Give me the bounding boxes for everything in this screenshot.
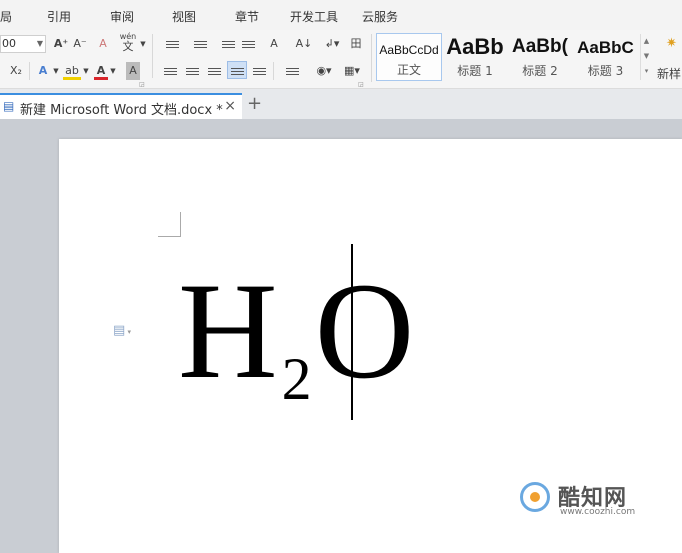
- chevron-down-icon[interactable]: ▼: [641, 49, 652, 64]
- close-icon[interactable]: ×: [224, 98, 236, 114]
- chevron-down-icon[interactable]: ▼: [82, 62, 90, 80]
- style-normal-sample: AaBbCcDd: [379, 43, 439, 57]
- chevron-down-icon[interactable]: ▼: [109, 62, 117, 80]
- align-right-icon: [207, 66, 221, 77]
- menu-developer[interactable]: 开发工具: [290, 8, 338, 25]
- font-dialog-launcher-icon[interactable]: ◲: [139, 81, 145, 88]
- distributed-icon: [252, 66, 266, 77]
- style-heading-2-sample: AaBb(: [512, 36, 568, 57]
- ribbon: 00 ▼ A⁺ A⁻ A wén 文 ▼ A A↓ ↲▾ 田 X₂ A ▼ ab…: [0, 30, 682, 89]
- style-heading-1[interactable]: AaBb 标题 1: [444, 33, 506, 81]
- paragraph-dialog-launcher-icon[interactable]: ◲: [358, 81, 364, 88]
- font-size-value: 00: [2, 37, 16, 50]
- chevron-down-icon[interactable]: ▼: [52, 62, 60, 80]
- style-gallery-scroll[interactable]: ▲ ▼ ▾: [640, 34, 652, 80]
- increase-indent-button[interactable]: [240, 35, 256, 53]
- paste-options-icon[interactable]: ▤ ▾: [113, 323, 131, 338]
- style-heading-1-label: 标题 1: [457, 64, 493, 78]
- margin-crop-mark: [158, 212, 181, 237]
- char-shading-button[interactable]: A: [126, 62, 140, 80]
- new-style-icon: ✷: [666, 36, 677, 51]
- shrink-font-button[interactable]: A⁻: [72, 35, 88, 53]
- menu-review[interactable]: 审阅: [110, 8, 134, 25]
- decrease-indent-icon: [221, 39, 235, 50]
- bullet-list-icon: [165, 39, 179, 50]
- grow-font-button[interactable]: A⁺: [53, 35, 69, 53]
- document-tab-bar: ▤ 新建 Microsoft Word 文档.docx * × +: [0, 89, 682, 119]
- style-heading-1-sample: AaBb: [446, 34, 504, 59]
- justify-button[interactable]: [227, 61, 247, 79]
- text-cursor: [351, 244, 353, 420]
- sort-button[interactable]: A↓: [295, 35, 313, 53]
- chemical-formula[interactable]: H2O: [178, 262, 414, 410]
- style-heading-2-label: 标题 2: [522, 64, 558, 78]
- font-color-button[interactable]: A: [94, 62, 108, 80]
- justify-icon: [230, 66, 244, 77]
- increase-indent-icon: [241, 39, 255, 50]
- menu-bar: 局 引用 审阅 视图 章节 开发工具 云服务: [0, 0, 682, 30]
- numbered-list-button[interactable]: [188, 35, 212, 53]
- formula-subscript: 2: [281, 346, 312, 412]
- new-style-button[interactable]: 新样: [657, 65, 681, 82]
- line-spacing-icon: [285, 66, 299, 77]
- chevron-up-icon[interactable]: ▲: [641, 34, 652, 49]
- text-effect-button[interactable]: A: [35, 62, 51, 80]
- pinyin-guide-bottom: 文: [122, 40, 134, 53]
- more-styles-icon[interactable]: ▾: [641, 64, 652, 79]
- divider: [273, 62, 274, 80]
- menu-cloud-services[interactable]: 云服务: [362, 8, 398, 25]
- document-tab[interactable]: ▤ 新建 Microsoft Word 文档.docx * ×: [0, 93, 242, 119]
- style-heading-2[interactable]: AaBb( 标题 2: [508, 33, 572, 81]
- style-normal[interactable]: AaBbCcDd 正文: [376, 33, 442, 81]
- watermark-url: www.coozhi.com: [560, 507, 636, 517]
- chevron-down-icon[interactable]: ▼: [139, 35, 147, 53]
- menu-section[interactable]: 章节: [235, 8, 259, 25]
- divider: [152, 34, 153, 78]
- bullet-list-button[interactable]: [160, 35, 184, 53]
- align-center-icon: [185, 66, 199, 77]
- divider: [29, 62, 30, 80]
- decrease-indent-button[interactable]: [220, 35, 236, 53]
- document-tab-title: 新建 Microsoft Word 文档.docx *: [20, 103, 223, 118]
- subscript-button[interactable]: X₂: [6, 62, 26, 80]
- style-heading-3[interactable]: AaBbC 标题 3: [574, 33, 637, 81]
- clear-format-button[interactable]: A: [96, 35, 110, 53]
- new-tab-button[interactable]: +: [247, 93, 262, 114]
- distributed-button[interactable]: [250, 62, 268, 80]
- border-button[interactable]: 田: [348, 35, 364, 53]
- borders-button[interactable]: ▦▾: [340, 62, 364, 80]
- menu-references[interactable]: 引用: [47, 8, 71, 25]
- formula-end-letter: O: [314, 254, 415, 407]
- style-normal-label: 正文: [396, 63, 421, 77]
- divider: [371, 34, 372, 82]
- align-left-icon: [163, 66, 177, 77]
- formula-base-letter: H: [178, 254, 278, 407]
- align-left-button[interactable]: [162, 62, 178, 80]
- line-spacing-button[interactable]: [280, 62, 304, 80]
- word-document-icon: ▤: [3, 99, 15, 113]
- menu-layout[interactable]: 局: [0, 8, 12, 25]
- paragraph-mark-button[interactable]: ↲▾: [320, 35, 344, 53]
- shading-button[interactable]: ◉▾: [312, 62, 336, 80]
- watermark-logo-icon: [520, 482, 550, 512]
- align-center-button[interactable]: [184, 62, 200, 80]
- chevron-down-icon: ▼: [36, 39, 43, 48]
- text-direction-button[interactable]: A: [262, 35, 286, 53]
- style-heading-3-label: 标题 3: [587, 64, 624, 78]
- watermark: 酷知网 www.coozhi.com: [510, 478, 660, 522]
- highlight-button[interactable]: ab: [63, 62, 81, 80]
- numbered-list-icon: [193, 39, 207, 50]
- pinyin-guide-button[interactable]: wén 文: [118, 32, 138, 53]
- font-size-select[interactable]: 00 ▼: [0, 35, 46, 53]
- align-right-button[interactable]: [206, 62, 222, 80]
- style-heading-3-sample: AaBbC: [577, 38, 634, 57]
- menu-view[interactable]: 视图: [172, 8, 196, 25]
